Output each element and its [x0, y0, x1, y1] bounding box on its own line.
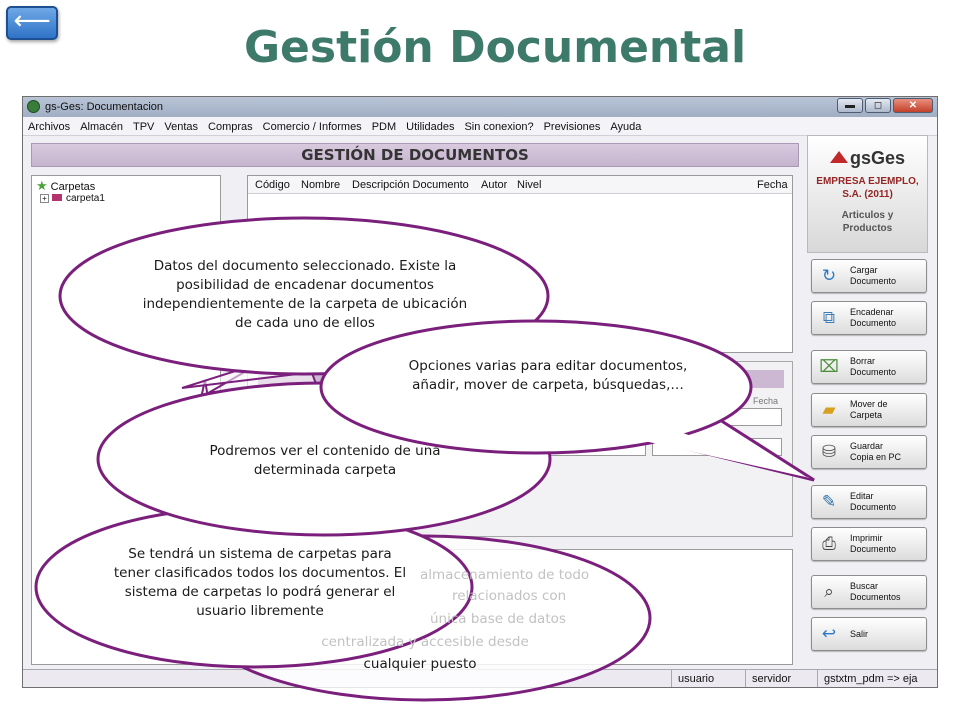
move-folder-icon: ▰: [822, 400, 836, 419]
tree-item-carpeta1[interactable]: + carpeta1: [40, 193, 105, 204]
delete-document-icon: ⌧: [819, 357, 839, 376]
maximize-button[interactable]: ◻: [865, 98, 891, 113]
menu-utilidades[interactable]: Utilidades: [401, 117, 459, 133]
column-codigo[interactable]: Código: [255, 179, 290, 191]
tree-root-carpetas[interactable]: ★ Carpetas: [36, 178, 95, 194]
fecha-field[interactable]: [712, 408, 782, 426]
expand-icon[interactable]: +: [40, 194, 49, 203]
chain-document-icon: ⧉: [822, 308, 836, 327]
status-server: servidor: [745, 670, 817, 687]
menu-comercio-informes[interactable]: Comercio / Informes: [258, 117, 367, 133]
brand-name: gsGes: [849, 148, 906, 168]
move-folder-button[interactable]: ▰ Mover de Carpeta: [811, 393, 927, 427]
storage-callout-text-3: única base de datos: [430, 611, 566, 627]
print-document-button[interactable]: ⎙ Imprimir Documento: [811, 527, 927, 561]
folder-icon: [52, 194, 62, 201]
column-nombre[interactable]: Nombre: [301, 179, 340, 191]
page-title: GESTIÓN DE DOCUMENTOS: [301, 146, 529, 164]
autor-label: Autor: [653, 428, 675, 438]
exit-button[interactable]: ↩ Salir: [811, 617, 927, 651]
exit-icon: ↩: [821, 624, 837, 643]
folder-contents-callout-text: Podremos ver el contenido de una determi…: [209, 443, 441, 478]
document-preview-box[interactable]: [260, 396, 340, 426]
window-titlebar: gs-Ges: Documentacion ▬ ◻ ✕: [23, 97, 937, 117]
menu-almacen[interactable]: Almacén: [75, 117, 128, 133]
column-autor[interactable]: Autor: [481, 179, 507, 191]
column-fecha[interactable]: Fecha: [757, 179, 788, 191]
storage-callout-text-2: relacionados con: [452, 588, 567, 604]
menu-ayuda[interactable]: Ayuda: [605, 117, 646, 133]
storage-callout-text-4: centralizada y accesible desde: [321, 634, 529, 650]
load-document-button[interactable]: ↻ Cargar Documento: [811, 259, 927, 293]
storage-callout-text-1: almacenamiento de todo: [420, 567, 590, 583]
document-name-field[interactable]: [458, 408, 704, 426]
column-nivel[interactable]: Nivel: [517, 179, 541, 191]
app-icon: [27, 100, 40, 113]
folders-callout-text: Se tendrá un sistema de carpetas para te…: [113, 546, 407, 619]
column-descripcion[interactable]: Descripción Documento: [352, 179, 469, 191]
company-name: EMPRESA EJEMPLO, S.A. (2011): [816, 176, 919, 200]
module-name: Articulos y Productos: [841, 210, 894, 234]
menu-compras[interactable]: Compras: [203, 117, 258, 133]
company-logo-panel: gsGes EMPRESA EJEMPLO, S.A. (2011) Articu…: [807, 135, 928, 253]
menu-archivos[interactable]: Archivos: [23, 117, 75, 133]
options-callout-text: Opciones varias para editar documentos, …: [408, 358, 688, 393]
close-button[interactable]: ✕: [893, 98, 933, 113]
status-user: usuario: [671, 670, 745, 687]
window-title: gs-Ges: Documentacion: [45, 101, 163, 113]
search-documents-icon: ⌕: [824, 582, 834, 601]
chain-document-button[interactable]: ⧉ Encadenar Documento: [811, 301, 927, 335]
load-document-icon: ↻: [821, 266, 837, 285]
slide-title: Gestión Documental: [243, 22, 747, 73]
menu-ventas[interactable]: Ventas: [159, 117, 203, 133]
fecha-label: Fecha: [753, 396, 779, 406]
brand-logo: gsGes: [808, 148, 927, 169]
search-documents-button[interactable]: ⌕ Buscar Documentos: [811, 575, 927, 609]
menu-tpv[interactable]: TPV: [128, 117, 159, 133]
menu-pdm[interactable]: PDM: [367, 117, 401, 133]
menu-bar: Archivos Almacén TPV Ventas Compras Come…: [23, 117, 937, 136]
save-copy-button[interactable]: ⛁ Guardar Copia en PC: [811, 435, 927, 469]
brand-mark-icon: [829, 151, 848, 163]
table-header: Código Nombre Descripción Documento Auto…: [248, 176, 792, 194]
minimize-button[interactable]: ▬: [837, 98, 863, 113]
window-controls: ▬ ◻ ✕: [835, 98, 933, 114]
autor-field[interactable]: [652, 438, 782, 456]
save-copy-icon: ⛁: [821, 442, 837, 461]
document-data-callout-text: Datos del documento seleccionado. Existe…: [142, 258, 468, 331]
page-header: GESTIÓN DE DOCUMENTOS: [31, 143, 799, 167]
menu-previsiones[interactable]: Previsiones: [539, 117, 606, 133]
star-icon: ★: [36, 178, 48, 193]
print-icon: ⎙: [822, 534, 836, 553]
delete-document-button[interactable]: ⌧ Borrar Documento: [811, 350, 927, 384]
status-database: gstxtm_pdm => eja: [817, 670, 937, 687]
edit-document-button[interactable]: ✎ Editar Documento: [811, 485, 927, 519]
menu-sin-conexion[interactable]: Sin conexion?: [459, 117, 538, 133]
storage-callout-text-5: cualquier puesto: [363, 656, 477, 672]
edit-document-icon: ✎: [821, 492, 837, 511]
